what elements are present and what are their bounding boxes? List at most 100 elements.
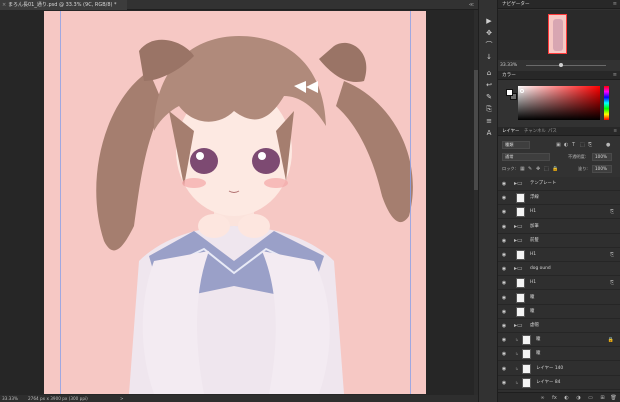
lock-all-icon[interactable]: 🔒 (552, 164, 558, 174)
document-tab[interactable]: × まろん長01_通り.psd @ 33.3% (9C, RGB/8) * (0, 0, 127, 10)
paragraph-tool-icon[interactable]: ≡ (483, 116, 495, 126)
folder-icon[interactable]: ▸▭ (514, 322, 524, 329)
layer-list[interactable]: ◉ ▸▭ テンプレート ◉ 浮線 ◉ H1 ⎘ ◉ ▸▭ 加筆 ◉ ▸▭ 前髪 ◉ H1 ⎘ ◉ ▸▭ dog oun… (498, 177, 620, 392)
new-group-icon[interactable]: ▭ (586, 394, 595, 402)
folder-icon[interactable]: ▸▭ (514, 265, 524, 272)
navigator-preview[interactable] (498, 10, 620, 60)
eye-icon[interactable]: ◉ (500, 223, 508, 231)
stamp-tool-icon[interactable]: ⌂ (483, 68, 495, 78)
link-layers-icon[interactable]: ∞ (538, 394, 547, 402)
eye-icon[interactable]: ◉ (500, 322, 508, 330)
eye-icon[interactable]: ◉ (500, 194, 508, 202)
navigator-menu-icon[interactable]: ≡ (613, 0, 617, 9)
layer-name[interactable]: 瞳 (536, 333, 540, 347)
filter-smart-object-icon[interactable]: ⎘ (588, 140, 592, 150)
foreground-color-swatch[interactable] (506, 89, 513, 96)
eye-icon[interactable]: ◉ (500, 350, 508, 358)
move-tool-icon[interactable]: ▶ (483, 16, 495, 26)
layer-row[interactable]: ◉ ↳ レイヤー 140 (498, 362, 620, 376)
eye-icon[interactable]: ◉ (500, 365, 508, 373)
layer-row[interactable]: ◉ H1 ⎘ (498, 205, 620, 220)
guide-line-left[interactable] (60, 11, 61, 394)
opacity-field[interactable]: 100% (592, 153, 612, 161)
eye-icon[interactable]: ◉ (500, 294, 508, 302)
layer-name[interactable]: 瞳 (536, 347, 540, 361)
layer-name[interactable]: レイヤー 84 (536, 376, 560, 390)
layer-row[interactable]: ◉ ▸▭ 虚帽 (498, 319, 620, 333)
layer-name[interactable]: H1 (530, 205, 536, 219)
hue-slider[interactable] (604, 86, 609, 120)
eye-icon[interactable]: ◉ (500, 336, 508, 344)
status-menu-arrow-icon[interactable]: > (120, 395, 124, 402)
layer-row[interactable]: ◉ ↳ レイヤー 84 (498, 376, 620, 390)
eye-icon[interactable]: ◉ (500, 208, 508, 216)
layer-name[interactable]: 加筆 (530, 220, 539, 234)
layer-name[interactable]: 浮線 (530, 191, 539, 205)
color-menu-icon[interactable]: ≡ (613, 71, 617, 80)
filter-type-icon[interactable]: T (572, 140, 575, 150)
eye-icon[interactable]: ◉ (500, 279, 508, 287)
status-zoom[interactable]: 33.33% (2, 395, 18, 402)
eye-icon[interactable]: ◉ (500, 237, 508, 245)
filter-shape-icon[interactable]: ⬚ (580, 140, 585, 150)
layer-row[interactable]: ◉ H1 ⎘ (498, 248, 620, 262)
blend-mode-select[interactable]: 通常 (502, 153, 550, 161)
layer-thumbnail[interactable] (522, 349, 531, 360)
layer-thumbnail[interactable] (522, 363, 531, 374)
layer-name[interactable]: H1 (530, 248, 536, 262)
eye-icon[interactable]: ◉ (500, 180, 508, 188)
filter-toggle-icon[interactable]: ● (606, 140, 610, 150)
filter-adjustment-icon[interactable]: ◐ (564, 140, 568, 150)
layer-row[interactable]: ◉ 瞳 (498, 291, 620, 305)
layer-name[interactable]: 瞳 (530, 291, 534, 305)
layer-name[interactable]: テンプレート (530, 177, 556, 191)
layer-name[interactable]: dog ound (530, 262, 551, 276)
layer-name[interactable]: 前髪 (530, 234, 539, 248)
artwork-canvas[interactable] (44, 11, 426, 394)
tab-overflow-icon[interactable]: ≪ (469, 0, 474, 10)
tab-layers[interactable]: レイヤー (502, 127, 519, 136)
layer-row[interactable]: ◉ 浮線 (498, 191, 620, 206)
history-tool-icon[interactable]: ↓ (483, 52, 495, 62)
lock-artboard-icon[interactable]: ⬚ (544, 164, 549, 174)
navigator-zoom-slider[interactable] (526, 63, 606, 67)
tab-paths[interactable]: パス (548, 127, 557, 136)
layer-style-icon[interactable]: fx (550, 394, 559, 402)
undo-tool-icon[interactable]: ↩ (483, 80, 495, 90)
folder-icon[interactable]: ▸▭ (514, 223, 524, 230)
layer-name[interactable]: 瞳 (530, 305, 534, 319)
navigator-zoom-knob[interactable] (559, 63, 563, 67)
navigator-view-box[interactable] (548, 14, 567, 54)
layer-row[interactable]: ◉ ▸▭ テンプレート (498, 177, 620, 191)
layer-thumbnail[interactable] (516, 207, 525, 218)
layer-thumbnail[interactable] (522, 377, 531, 388)
color-picker-cursor[interactable] (520, 89, 524, 93)
layer-thumbnail[interactable] (516, 278, 525, 289)
navigator-zoom[interactable]: 33.33% (500, 63, 517, 68)
folder-icon[interactable]: ▸▭ (514, 237, 524, 244)
color-picker-field[interactable] (518, 86, 600, 120)
layer-thumbnail[interactable] (516, 193, 525, 204)
eye-icon[interactable]: ◉ (500, 265, 508, 273)
layer-row[interactable]: ◉ ▸▭ 加筆 (498, 220, 620, 234)
lasso-tool-icon[interactable]: ⌒ (483, 40, 495, 50)
layer-filter-select[interactable]: 種類 (502, 141, 530, 149)
new-layer-icon[interactable]: ⊞ (598, 394, 607, 402)
layer-row[interactable]: ◉ 瞳 (498, 305, 620, 319)
clone-tool-icon[interactable]: ⎘ (483, 104, 495, 114)
layer-row[interactable]: ◉ ▸▭ 前髪 (498, 234, 620, 248)
layer-thumbnail[interactable] (516, 250, 525, 260)
canvas-area[interactable] (0, 10, 474, 395)
layer-name[interactable]: レイヤー 140 (536, 362, 563, 376)
layer-thumbnail[interactable] (516, 292, 525, 303)
layer-row[interactable]: ◉ H1 ⎘ (498, 276, 620, 291)
layer-name[interactable]: 虚帽 (530, 319, 539, 333)
eye-icon[interactable]: ◉ (500, 308, 508, 316)
eye-icon[interactable]: ◉ (500, 379, 508, 387)
layer-row[interactable]: ◉ ↳ 瞳 🔒 (498, 333, 620, 348)
tab-channels[interactable]: チャンネル (524, 127, 546, 136)
layer-row[interactable]: ◉ ↳ 瞳 (498, 347, 620, 362)
fill-field[interactable]: 100% (592, 165, 612, 173)
color-title[interactable]: カラー (502, 71, 516, 80)
delete-layer-icon[interactable]: 🗑 (609, 394, 618, 402)
